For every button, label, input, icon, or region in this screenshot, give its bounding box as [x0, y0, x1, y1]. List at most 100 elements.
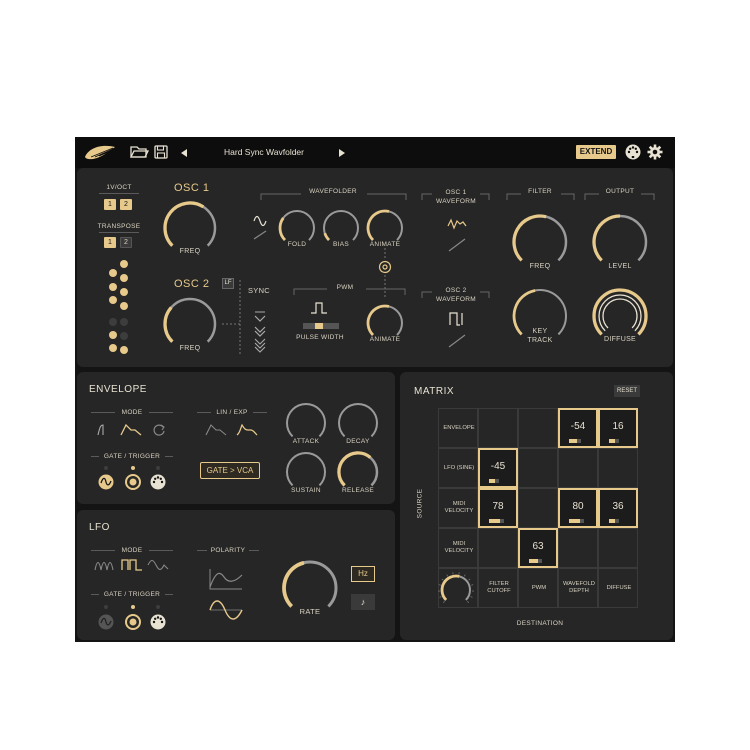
- osc1-waveform-bracket: [421, 193, 490, 200]
- mod-dot[interactable]: [109, 283, 117, 291]
- matrix-empty-cell[interactable]: [558, 448, 598, 488]
- gate-indicator: [131, 466, 135, 470]
- env-mode-loop-icon[interactable]: [152, 423, 166, 437]
- mod-dot[interactable]: [109, 331, 117, 339]
- matrix-empty-cell[interactable]: [598, 448, 638, 488]
- sync-connector: [222, 280, 241, 355]
- matrix-destination-label: PWM: [531, 585, 547, 591]
- rate-label: RATE: [299, 607, 321, 616]
- sync-down-icon[interactable]: [254, 325, 266, 337]
- lfo-mode-ramp-icon[interactable]: [94, 559, 116, 571]
- mod-dot[interactable]: [120, 274, 128, 282]
- pulse-width-label: PULSE WIDTH: [296, 334, 344, 341]
- matrix-mod-cell[interactable]: 16: [598, 408, 638, 448]
- mod-dot[interactable]: [109, 318, 117, 326]
- env-gate-trigger-label: GATE / TRIGGER: [103, 453, 161, 460]
- gear-icon[interactable]: [647, 144, 663, 160]
- polarity-label: POLARITY: [210, 547, 246, 554]
- transpose-chip-1[interactable]: 1: [104, 237, 116, 248]
- ramp-wave-icon[interactable]: [253, 230, 267, 240]
- wavefolder-animate-label: ANIMATE: [369, 241, 401, 248]
- transpose-chip-2[interactable]: 2: [120, 237, 132, 248]
- mod-dot[interactable]: [120, 332, 128, 340]
- matrix-mod-amount-bar: [489, 519, 500, 523]
- osc1-ramp-icon[interactable]: [448, 238, 466, 252]
- matrix-mod-cell[interactable]: 78: [478, 488, 518, 528]
- note-sync-button[interactable]: ♪: [351, 594, 375, 610]
- matrix-mod-value: 16: [612, 421, 624, 432]
- octave-chip-1[interactable]: 1: [104, 199, 116, 210]
- mod-dot[interactable]: [120, 346, 128, 354]
- envelope-mode-label: MODE: [121, 409, 143, 416]
- matrix-empty-cell[interactable]: [478, 528, 518, 568]
- matrix-empty-cell[interactable]: [598, 528, 638, 568]
- matrix-destination-cell: PWM: [518, 568, 558, 608]
- env-exponential-icon[interactable]: [236, 423, 258, 436]
- lfo-gate-trigger-label: GATE / TRIGGER: [103, 591, 161, 598]
- matrix-mod-cell[interactable]: -54: [558, 408, 598, 448]
- lfo-mode-sine-icon[interactable]: [147, 559, 169, 571]
- matrix-empty-cell[interactable]: [558, 528, 598, 568]
- lfo-trigger-jack-icon[interactable]: [125, 614, 141, 630]
- matrix-empty-cell[interactable]: [518, 488, 558, 528]
- pulse-width-slider[interactable]: [303, 323, 339, 329]
- matrix-mod-cell[interactable]: -45: [478, 448, 518, 488]
- lfo-mode-square-icon[interactable]: [121, 559, 143, 571]
- env-mode-ad-icon[interactable]: [97, 424, 113, 436]
- env-trigger-auto-icon[interactable]: [98, 474, 114, 490]
- folder-icon[interactable]: [129, 145, 150, 159]
- extend-button[interactable]: EXTEND: [576, 145, 616, 159]
- mod-dot[interactable]: [109, 269, 117, 277]
- osc2-square-wave-icon[interactable]: [449, 312, 467, 326]
- sync-double-down-icon[interactable]: [254, 338, 266, 353]
- next-arrow-icon[interactable]: [338, 149, 345, 157]
- matrix-mod-amount-bar: [529, 559, 538, 563]
- reset-button[interactable]: RESET: [614, 385, 640, 397]
- matrix-mod-cell[interactable]: 36: [598, 488, 638, 528]
- prev-arrow-icon[interactable]: [181, 149, 188, 157]
- lfo-trigger-midi-icon[interactable]: [150, 614, 166, 630]
- osc1-waveform-icon[interactable]: [447, 218, 467, 230]
- matrix-empty-cell[interactable]: [518, 448, 558, 488]
- hz-button[interactable]: Hz: [351, 566, 375, 582]
- lfo-trigger-auto-icon[interactable]: [98, 614, 114, 630]
- mod-dot[interactable]: [109, 344, 117, 352]
- mod-dot[interactable]: [120, 288, 128, 296]
- matrix-destination-cell: DIFFUSE: [598, 568, 638, 608]
- matrix-mod-amount-track: [580, 519, 584, 523]
- mod-dot[interactable]: [120, 260, 128, 268]
- env-trigger-jack-icon[interactable]: [125, 474, 141, 490]
- lfo-gate-indicator: [156, 605, 160, 609]
- save-icon[interactable]: [154, 145, 168, 159]
- matrix-mod-value: 36: [612, 501, 624, 512]
- env-trigger-midi-icon[interactable]: [150, 474, 166, 490]
- sine-wave-icon[interactable]: [253, 215, 267, 227]
- matrix-mod-amount-track: [615, 519, 619, 523]
- matrix-empty-cell[interactable]: [518, 408, 558, 448]
- matrix-mod-cell[interactable]: 63: [518, 528, 558, 568]
- matrix-source-cell: MIDI VELOCITY: [438, 528, 478, 568]
- level-label: LEVEL: [608, 263, 632, 270]
- mod-dot[interactable]: [120, 318, 128, 326]
- osc2-freq-label: FREQ: [179, 345, 201, 352]
- mod-dot[interactable]: [109, 296, 117, 304]
- polarity-bipolar-icon[interactable]: [208, 598, 244, 622]
- transpose-label: TRANSPOSE: [97, 223, 141, 230]
- sustain-label: SUSTAIN: [291, 487, 321, 494]
- octave-chip-2[interactable]: 2: [120, 199, 132, 210]
- env-linear-icon[interactable]: [205, 424, 227, 436]
- matrix-mod-cell[interactable]: 80: [558, 488, 598, 528]
- midi-icon[interactable]: [625, 144, 641, 160]
- matrix-destination-cell: FILTER CUTOFF: [478, 568, 518, 608]
- polarity-unipolar-icon[interactable]: [208, 567, 244, 591]
- sync-waveform-icon[interactable]: [254, 310, 266, 322]
- gate-vca-button[interactable]: GATE > VCA: [200, 462, 260, 479]
- matrix-mod-value: -45: [490, 461, 506, 472]
- preset-name[interactable]: Hard Sync Wavfolder: [203, 147, 325, 157]
- matrix-empty-cell[interactable]: [478, 408, 518, 448]
- mod-dot[interactable]: [120, 302, 128, 310]
- osc2-ramp-icon[interactable]: [448, 334, 466, 348]
- lfo-title: LFO: [89, 522, 110, 533]
- matrix-mod-amount-track: [577, 439, 581, 443]
- env-mode-adsr-icon[interactable]: [120, 423, 142, 436]
